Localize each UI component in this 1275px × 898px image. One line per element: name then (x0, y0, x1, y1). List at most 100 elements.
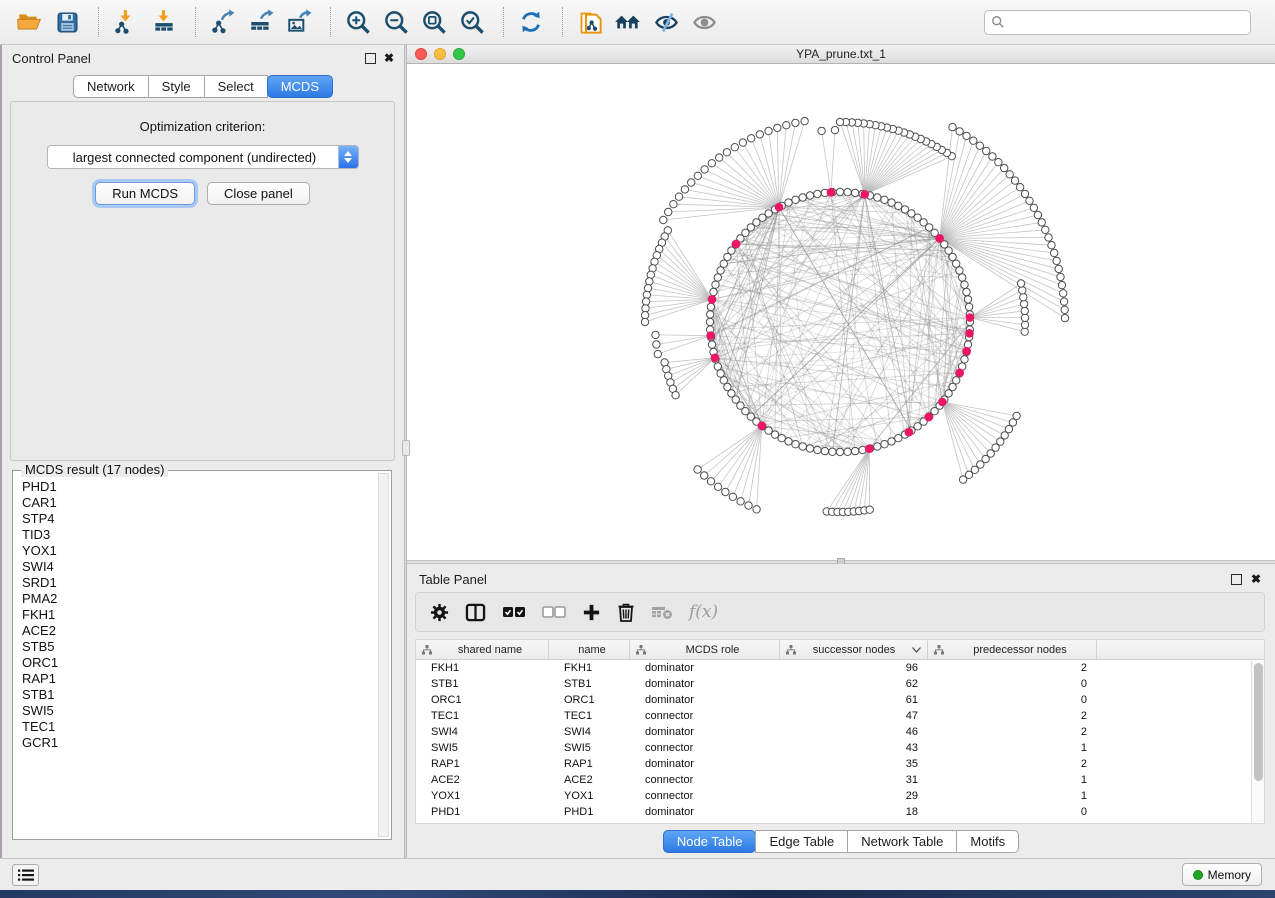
table-cell[interactable]: 31 (780, 774, 928, 786)
show-eye-button[interactable] (687, 5, 721, 39)
table-cell[interactable]: ORC1 (416, 694, 549, 706)
table-cell[interactable]: SWI4 (416, 726, 549, 738)
mcds-result-item[interactable]: CAR1 (22, 495, 377, 511)
tab-motifs[interactable]: Motifs (956, 830, 1019, 853)
mcds-result-item[interactable]: TID3 (22, 527, 377, 543)
column-header-name[interactable]: name (549, 640, 630, 659)
table-cell[interactable]: 2 (928, 758, 1097, 770)
mcds-result-item[interactable]: STB1 (22, 687, 377, 703)
zoom-in-button[interactable] (341, 5, 375, 39)
mcds-result-item[interactable]: STB5 (22, 639, 377, 655)
mcds-result-item[interactable]: ORC1 (22, 655, 377, 671)
tab-select[interactable]: Select (204, 75, 268, 98)
zoom-selected-button[interactable] (455, 5, 489, 39)
column-header-shared-name[interactable]: shared name (416, 640, 549, 659)
task-history-button[interactable] (12, 864, 39, 886)
table-row[interactable]: SWI5SWI5connector431 (416, 740, 1264, 756)
table-cell[interactable]: connector (630, 774, 780, 786)
network-overview-button[interactable] (611, 5, 645, 39)
table-cell[interactable]: FKH1 (549, 662, 630, 674)
table-cell[interactable]: 18 (780, 806, 928, 818)
select-all-button[interactable] (502, 605, 526, 619)
table-cell[interactable]: connector (630, 790, 780, 802)
table-cell[interactable]: dominator (630, 678, 780, 690)
table-cell[interactable]: RAP1 (549, 758, 630, 770)
table-cell[interactable]: dominator (630, 694, 780, 706)
tab-mcds[interactable]: MCDS (267, 75, 333, 98)
mcds-result-item[interactable]: SRD1 (22, 575, 377, 591)
export-table-button[interactable] (244, 5, 278, 39)
mcds-result-item[interactable]: PHD1 (22, 479, 377, 495)
table-cell[interactable]: ACE2 (549, 774, 630, 786)
table-cell[interactable]: 62 (780, 678, 928, 690)
tab-style[interactable]: Style (148, 75, 205, 98)
table-row[interactable]: RAP1RAP1dominator352 (416, 756, 1264, 772)
network-graph[interactable] (407, 64, 1275, 560)
export-image-button[interactable] (282, 5, 316, 39)
tab-edge-table[interactable]: Edge Table (755, 830, 848, 853)
save-session-button[interactable] (50, 5, 84, 39)
settings-gear-button[interactable] (430, 603, 449, 622)
table-row[interactable]: TEC1TEC1connector472 (416, 708, 1264, 724)
add-column-button[interactable] (582, 603, 601, 622)
table-cell[interactable]: 46 (780, 726, 928, 738)
table-cell[interactable]: 1 (928, 790, 1097, 802)
delete-column-button[interactable] (617, 602, 635, 622)
table-cell[interactable]: 35 (780, 758, 928, 770)
table-row[interactable]: ACE2ACE2connector311 (416, 772, 1264, 788)
table-cell[interactable]: 96 (780, 662, 928, 674)
table-cell[interactable]: SWI4 (549, 726, 630, 738)
import-network-button[interactable] (109, 5, 143, 39)
close-panel-icon[interactable]: ✖ (384, 52, 394, 64)
zoom-fit-button[interactable] (417, 5, 451, 39)
table-row[interactable]: YOX1YOX1connector291 (416, 788, 1264, 804)
table-cell[interactable]: connector (630, 742, 780, 754)
float-panel-icon[interactable] (365, 53, 376, 64)
table-cell[interactable]: ORC1 (549, 694, 630, 706)
tab-network-table[interactable]: Network Table (847, 830, 957, 853)
table-cell[interactable]: 0 (928, 806, 1097, 818)
export-network-document-button[interactable] (573, 5, 607, 39)
table-cell[interactable]: TEC1 (549, 710, 630, 722)
hide-visual-mapping-button[interactable] (649, 5, 683, 39)
table-cell[interactable]: STB1 (549, 678, 630, 690)
table-cell[interactable]: 61 (780, 694, 928, 706)
mcds-result-item[interactable]: SWI5 (22, 703, 377, 719)
mcds-result-item[interactable]: PMA2 (22, 591, 377, 607)
table-cell[interactable]: 0 (928, 678, 1097, 690)
table-row[interactable]: FKH1FKH1dominator962 (416, 660, 1264, 676)
table-cell[interactable]: PHD1 (549, 806, 630, 818)
splitter-handle[interactable] (402, 440, 410, 456)
tab-network[interactable]: Network (73, 75, 149, 98)
table-cell[interactable]: YOX1 (416, 790, 549, 802)
table-cell[interactable]: 1 (928, 742, 1097, 754)
table-cell[interactable]: 29 (780, 790, 928, 802)
table-cell[interactable]: FKH1 (416, 662, 549, 674)
mcds-result-scrollbar[interactable] (378, 473, 389, 837)
table-cell[interactable]: 2 (928, 726, 1097, 738)
tab-node-table[interactable]: Node Table (663, 830, 757, 853)
deselect-all-button[interactable] (542, 605, 566, 619)
table-cell[interactable]: 47 (780, 710, 928, 722)
table-scrollbar[interactable] (1251, 661, 1264, 823)
refresh-view-button[interactable] (514, 5, 548, 39)
table-cell[interactable]: dominator (630, 758, 780, 770)
table-cell[interactable]: dominator (630, 726, 780, 738)
table-cell[interactable]: 2 (928, 662, 1097, 674)
table-cell[interactable]: 2 (928, 710, 1097, 722)
mcds-result-list[interactable]: PHD1CAR1STP4TID3YOX1SWI4SRD1PMA2FKH1ACE2… (14, 479, 377, 837)
column-header-mcds-role[interactable]: MCDS role (630, 640, 780, 659)
search-input[interactable] (1005, 15, 1244, 29)
mcds-result-item[interactable]: ACE2 (22, 623, 377, 639)
table-cell[interactable]: connector (630, 710, 780, 722)
table-cell[interactable]: dominator (630, 662, 780, 674)
table-cell[interactable]: 1 (928, 774, 1097, 786)
table-cell[interactable]: STB1 (416, 678, 549, 690)
open-file-button[interactable] (12, 5, 46, 39)
table-cell[interactable]: PHD1 (416, 806, 549, 818)
mcds-result-item[interactable]: YOX1 (22, 543, 377, 559)
table-cell[interactable]: YOX1 (549, 790, 630, 802)
column-header-successor-nodes[interactable]: successor nodes (780, 640, 928, 659)
table-cell[interactable]: TEC1 (416, 710, 549, 722)
table-cell[interactable]: RAP1 (416, 758, 549, 770)
